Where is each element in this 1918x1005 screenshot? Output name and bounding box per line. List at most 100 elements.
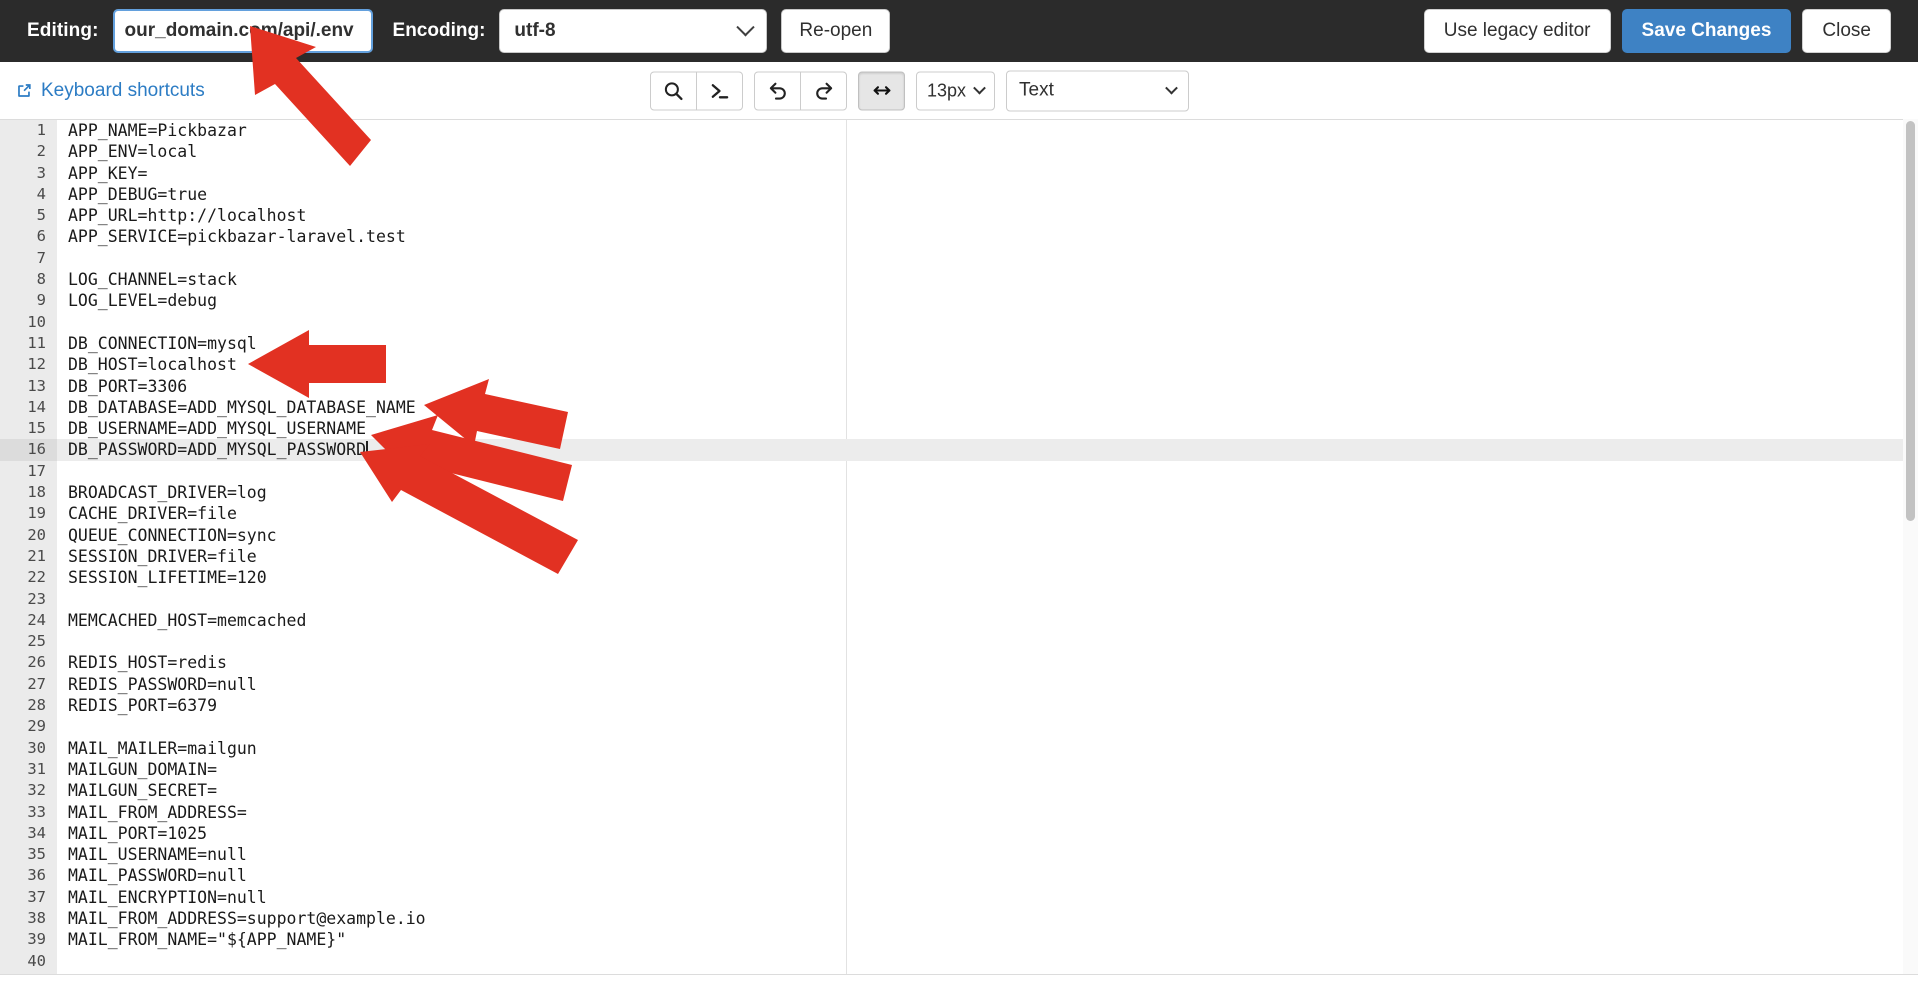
code-line[interactable]: 6 APP_SERVICE=pickbazar-laravel.test bbox=[0, 226, 1918, 247]
code-line[interactable]: 37 MAIL_ENCRYPTION=null bbox=[0, 887, 1918, 908]
code-line[interactable]: 13 DB_PORT=3306 bbox=[0, 376, 1918, 397]
vertical-scrollbar[interactable] bbox=[1903, 119, 1918, 974]
line-content[interactable]: REDIS_HOST=redis bbox=[57, 652, 227, 673]
code-line[interactable]: 19 CACHE_DRIVER=file bbox=[0, 503, 1918, 524]
code-line[interactable]: 22 SESSION_LIFETIME=120 bbox=[0, 567, 1918, 588]
code-line[interactable]: 33 MAIL_FROM_ADDRESS= bbox=[0, 802, 1918, 823]
code-line[interactable]: 18 BROADCAST_DRIVER=log bbox=[0, 482, 1918, 503]
line-number: 12 bbox=[27, 355, 46, 374]
line-content[interactable]: LOG_LEVEL=debug bbox=[57, 290, 217, 311]
syntax-mode-select[interactable]: Text bbox=[1006, 70, 1190, 111]
code-line[interactable]: 10 bbox=[0, 312, 1918, 333]
line-content[interactable]: APP_NAME=Pickbazar bbox=[57, 120, 247, 141]
console-button[interactable] bbox=[696, 71, 743, 110]
line-content[interactable]: REDIS_PASSWORD=null bbox=[57, 674, 257, 695]
search-button[interactable] bbox=[650, 71, 697, 110]
line-content[interactable]: APP_DEBUG=true bbox=[57, 184, 207, 205]
line-content[interactable]: LOG_CHANNEL=stack bbox=[57, 269, 237, 290]
code-editor[interactable]: 1 APP_NAME=Pickbazar 2 APP_ENV=local 3 APP_KE… bbox=[0, 119, 1918, 974]
save-changes-label: Save Changes bbox=[1641, 20, 1772, 41]
line-number: 19 bbox=[27, 504, 46, 523]
code-line[interactable]: 32 MAILGUN_SECRET= bbox=[0, 780, 1918, 801]
line-content[interactable]: MAIL_USERNAME=null bbox=[57, 844, 247, 865]
encoding-select[interactable]: utf-8 bbox=[499, 9, 768, 53]
line-content[interactable]: MAIL_FROM_NAME="${APP_NAME}" bbox=[57, 929, 346, 950]
code-line[interactable]: 5 APP_URL=http://localhost bbox=[0, 205, 1918, 226]
line-number: 5 bbox=[36, 206, 46, 225]
line-content[interactable]: DB_PORT=3306 bbox=[57, 376, 187, 397]
code-lines[interactable]: 1 APP_NAME=Pickbazar 2 APP_ENV=local 3 APP_KE… bbox=[0, 120, 1918, 974]
line-content[interactable]: MAIL_PASSWORD=null bbox=[57, 865, 247, 886]
undo-button[interactable] bbox=[754, 71, 801, 110]
line-number: 11 bbox=[27, 333, 46, 352]
use-legacy-editor-button[interactable]: Use legacy editor bbox=[1423, 9, 1611, 53]
word-wrap-toggle[interactable] bbox=[858, 71, 905, 110]
line-content[interactable]: DB_USERNAME=ADD_MYSQL_USERNAME bbox=[57, 418, 366, 439]
code-line[interactable]: 30 MAIL_MAILER=mailgun bbox=[0, 738, 1918, 759]
line-content[interactable]: DB_HOST=localhost bbox=[57, 354, 237, 375]
code-line[interactable]: 16 DB_PASSWORD=ADD_MYSQL_PASSWORD bbox=[0, 439, 1918, 461]
code-line[interactable]: 1 APP_NAME=Pickbazar bbox=[0, 120, 1918, 141]
save-changes-button[interactable]: Save Changes bbox=[1621, 9, 1792, 53]
line-content[interactable]: DB_CONNECTION=mysql bbox=[57, 333, 257, 354]
line-content[interactable]: APP_URL=http://localhost bbox=[57, 205, 306, 226]
code-line[interactable]: 29 bbox=[0, 716, 1918, 737]
line-content[interactable]: SESSION_LIFETIME=120 bbox=[57, 567, 267, 588]
code-line[interactable]: 26 REDIS_HOST=redis bbox=[0, 652, 1918, 673]
code-line[interactable]: 31 MAILGUN_DOMAIN= bbox=[0, 759, 1918, 780]
scrollbar-thumb[interactable] bbox=[1906, 121, 1915, 521]
code-line[interactable]: 39 MAIL_FROM_NAME="${APP_NAME}" bbox=[0, 929, 1918, 950]
line-content[interactable]: APP_SERVICE=pickbazar-laravel.test bbox=[57, 226, 406, 247]
code-line[interactable]: 36 MAIL_PASSWORD=null bbox=[0, 865, 1918, 886]
code-line[interactable]: 35 MAIL_USERNAME=null bbox=[0, 844, 1918, 865]
syntax-mode-value: Text bbox=[1019, 79, 1054, 101]
line-number: 31 bbox=[27, 759, 46, 778]
code-line[interactable]: 4 APP_DEBUG=true bbox=[0, 184, 1918, 205]
line-content[interactable]: DB_DATABASE=ADD_MYSQL_DATABASE_NAME bbox=[57, 397, 416, 418]
code-line[interactable]: 24 MEMCACHED_HOST=memcached bbox=[0, 610, 1918, 631]
code-line[interactable]: 8 LOG_CHANNEL=stack bbox=[0, 269, 1918, 290]
code-line[interactable]: 20 QUEUE_CONNECTION=sync bbox=[0, 525, 1918, 546]
font-size-value: 13px bbox=[927, 80, 967, 100]
code-line[interactable]: 9 LOG_LEVEL=debug bbox=[0, 290, 1918, 311]
code-line[interactable]: 28 REDIS_PORT=6379 bbox=[0, 695, 1918, 716]
code-line[interactable]: 7 bbox=[0, 248, 1918, 269]
line-content[interactable]: MAIL_PORT=1025 bbox=[57, 823, 207, 844]
code-line[interactable]: 40 bbox=[0, 951, 1918, 972]
line-content[interactable]: MAIL_MAILER=mailgun bbox=[57, 738, 257, 759]
code-line[interactable]: 14 DB_DATABASE=ADD_MYSQL_DATABASE_NAME bbox=[0, 397, 1918, 418]
line-content[interactable]: MAILGUN_SECRET= bbox=[57, 780, 217, 801]
code-line[interactable]: 2 APP_ENV=local bbox=[0, 141, 1918, 162]
keyboard-shortcuts-link[interactable]: Keyboard shortcuts bbox=[16, 80, 205, 102]
line-content[interactable]: DB_PASSWORD=ADD_MYSQL_PASSWORD bbox=[57, 439, 368, 460]
code-line[interactable]: 15 DB_USERNAME=ADD_MYSQL_USERNAME bbox=[0, 418, 1918, 439]
line-content[interactable]: CACHE_DRIVER=file bbox=[57, 503, 237, 524]
redo-button[interactable] bbox=[800, 71, 847, 110]
code-line[interactable]: 25 bbox=[0, 631, 1918, 652]
line-content[interactable]: APP_KEY= bbox=[57, 163, 147, 184]
line-content[interactable]: MAIL_ENCRYPTION=null bbox=[57, 887, 267, 908]
code-line[interactable]: 21 SESSION_DRIVER=file bbox=[0, 546, 1918, 567]
reopen-button[interactable]: Re-open bbox=[781, 9, 891, 53]
line-content[interactable]: REDIS_PORT=6379 bbox=[57, 695, 217, 716]
line-content[interactable]: QUEUE_CONNECTION=sync bbox=[57, 525, 277, 546]
line-content[interactable]: MAIL_FROM_ADDRESS=support@example.io bbox=[57, 908, 426, 929]
close-button[interactable]: Close bbox=[1802, 9, 1891, 53]
line-content[interactable]: MEMCACHED_HOST=memcached bbox=[57, 610, 306, 631]
line-content[interactable]: MAIL_FROM_ADDRESS= bbox=[57, 802, 247, 823]
code-line[interactable]: 27 REDIS_PASSWORD=null bbox=[0, 674, 1918, 695]
code-line[interactable]: 11 DB_CONNECTION=mysql bbox=[0, 333, 1918, 354]
line-content[interactable]: MAILGUN_DOMAIN= bbox=[57, 759, 217, 780]
code-line[interactable]: 17 bbox=[0, 461, 1918, 482]
code-line[interactable]: 38 MAIL_FROM_ADDRESS=support@example.io bbox=[0, 908, 1918, 929]
code-line[interactable]: 23 bbox=[0, 589, 1918, 610]
top-bar-actions: Use legacy editor Save Changes Close bbox=[1423, 9, 1891, 53]
line-content[interactable]: APP_ENV=local bbox=[57, 141, 197, 162]
line-content[interactable]: SESSION_DRIVER=file bbox=[57, 546, 257, 567]
code-line[interactable]: 34 MAIL_PORT=1025 bbox=[0, 823, 1918, 844]
code-line[interactable]: 12 DB_HOST=localhost bbox=[0, 354, 1918, 375]
file-path-input[interactable]: our_domain.com/api/.env bbox=[112, 9, 373, 53]
code-line[interactable]: 3 APP_KEY= bbox=[0, 163, 1918, 184]
font-size-select[interactable]: 13px bbox=[916, 71, 996, 110]
line-content[interactable]: BROADCAST_DRIVER=log bbox=[57, 482, 267, 503]
